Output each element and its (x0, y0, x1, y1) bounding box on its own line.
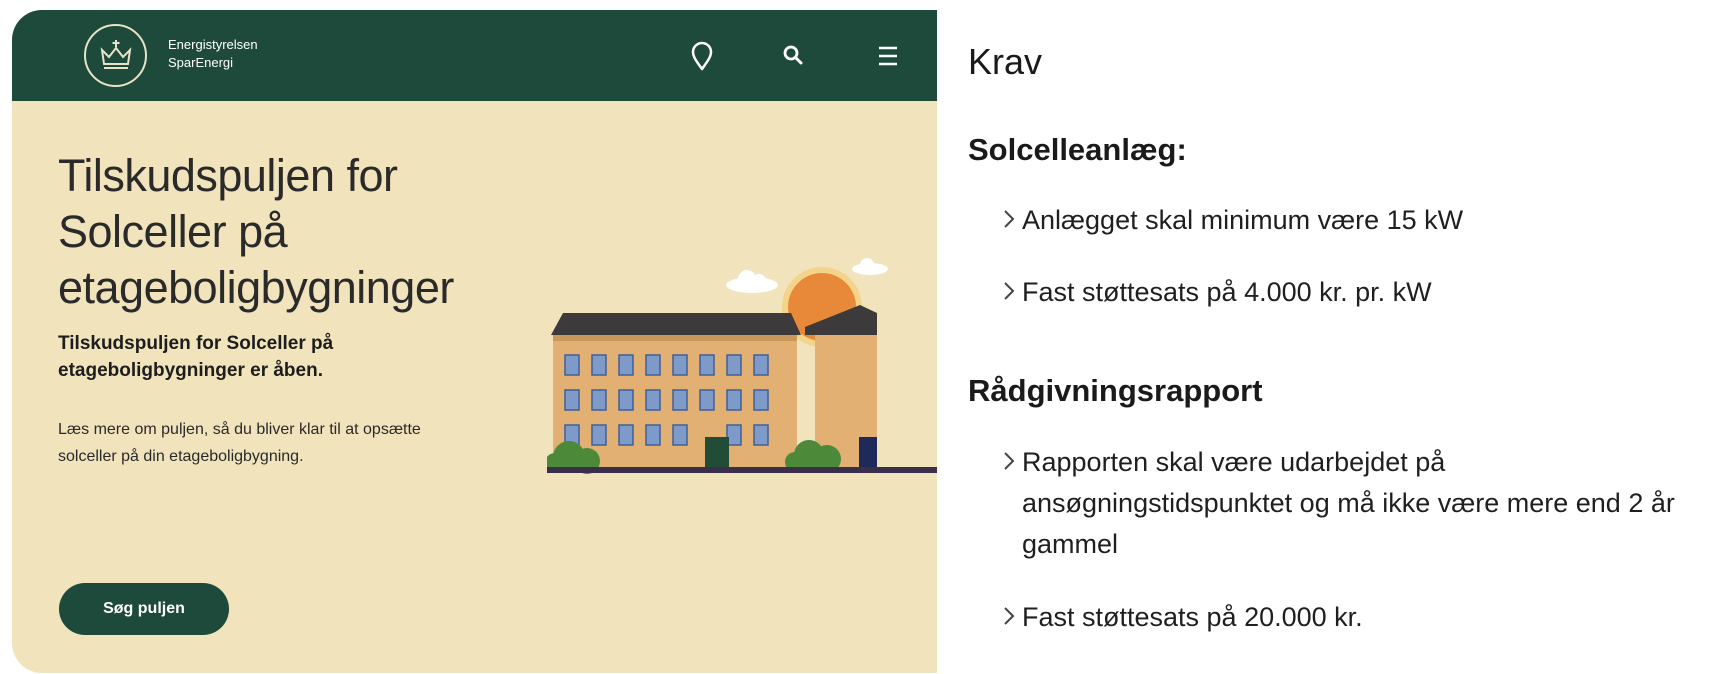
window (645, 389, 661, 411)
list-item: Fast støttesats på 4.000 kr. pr. kW (1004, 272, 1702, 313)
window (753, 424, 769, 446)
section-heading-solar: Solcelleanlæg: (968, 132, 1187, 167)
list-item-text: Rapporten skal være udarbejdet på ansøgn… (1022, 447, 1675, 559)
apply-button[interactable]: Søg puljen (59, 583, 229, 635)
website-card: Energistyrelsen SparEnergi Tilskudspulje… (12, 10, 937, 673)
window (726, 354, 742, 376)
window (672, 424, 688, 446)
list-item: Fast støttesats på 20.000 kr. (1004, 597, 1702, 638)
crown-logo-icon[interactable] (84, 24, 147, 87)
list-item-text: Fast støttesats på 4.000 kr. pr. kW (1022, 277, 1432, 307)
brand-line-1: Energistyrelsen (168, 37, 258, 52)
intro-text: Læs mere om puljen, så du bliver klar ti… (58, 421, 421, 465)
search-icon[interactable] (777, 40, 809, 72)
window (726, 424, 742, 446)
brand-line-2: SparEnergi (168, 55, 234, 70)
section-heading-report: Rådgivningsrapport (968, 373, 1263, 408)
window (753, 389, 769, 411)
chevron-right-icon (1004, 282, 1015, 300)
brand-name: Energistyrelsen SparEnergi (168, 36, 258, 72)
window (564, 354, 580, 376)
requirements-panel (937, 10, 1726, 674)
list-item-text: Anlægget skal minimum være 15 kW (1022, 205, 1464, 235)
lead-text: Tilskudspuljen for Solceller på etagebol… (58, 333, 334, 381)
window (564, 389, 580, 411)
window (753, 354, 769, 376)
list-item-text: Fast støttesats på 20.000 kr. (1022, 602, 1363, 632)
site-header: Energistyrelsen SparEnergi (12, 10, 937, 101)
chevron-right-icon (1004, 452, 1015, 470)
page-title-line: Solceller på (58, 206, 288, 257)
window (591, 424, 607, 446)
window (699, 354, 715, 376)
window (618, 354, 634, 376)
window (726, 389, 742, 411)
window (672, 354, 688, 376)
page-title-line: etageboligbygninger (58, 262, 454, 313)
window (591, 354, 607, 376)
page-title-line: Tilskudspuljen for (58, 150, 398, 201)
window (618, 389, 634, 411)
list-item: Anlægget skal minimum være 15 kW (1004, 200, 1702, 241)
buildings-illustration (547, 258, 937, 474)
window (645, 354, 661, 376)
location-pin-icon[interactable] (686, 40, 718, 72)
window (699, 389, 715, 411)
list-item: Rapporten skal være udarbejdet på ansøgn… (1004, 442, 1682, 565)
requirements-heading: Krav (968, 41, 1043, 82)
window (672, 389, 688, 411)
page-title: Tilskudspuljen for Solceller på etagebol… (58, 148, 488, 316)
menu-icon[interactable] (872, 40, 904, 72)
chevron-right-icon (1004, 210, 1015, 228)
window (591, 389, 607, 411)
window (618, 424, 634, 446)
window (645, 424, 661, 446)
chevron-right-icon (1004, 607, 1015, 625)
